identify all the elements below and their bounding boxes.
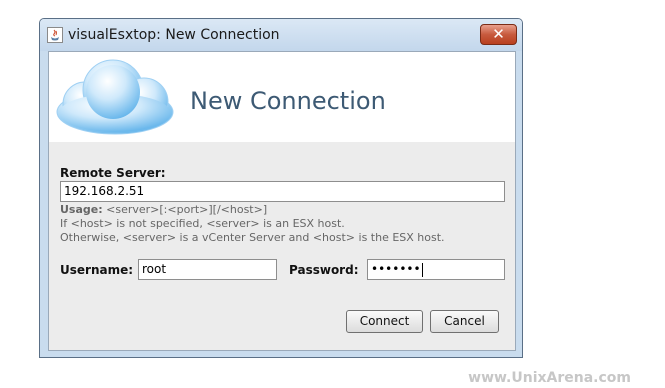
java-app-icon: [47, 27, 63, 43]
password-dots: •••••••: [371, 262, 421, 276]
usage-label: Usage:: [60, 203, 103, 216]
hint-line-2: Otherwise, <server> is a vCenter Server …: [60, 231, 445, 244]
connect-button[interactable]: Connect: [346, 310, 423, 333]
password-input[interactable]: •••••••: [367, 259, 505, 280]
dialog-content: New Connection Remote Server: 192.168.2.…: [48, 51, 516, 351]
watermark: www.UnixArena.com: [468, 370, 631, 386]
usage-hint: Usage: <server>[:<port>][/<host>]: [60, 203, 267, 216]
banner-title: New Connection: [190, 87, 386, 115]
password-label: Password:: [289, 263, 359, 277]
window-title: visualEsxtop: New Connection: [68, 27, 280, 43]
banner: New Connection: [49, 52, 515, 142]
username-input[interactable]: root: [138, 259, 277, 280]
dialog-window: visualEsxtop: New Connection ✕ New Conne…: [39, 18, 523, 358]
title-bar[interactable]: visualEsxtop: New Connection ✕: [40, 19, 522, 51]
text-cursor: [421, 262, 423, 277]
close-icon: ✕: [492, 25, 505, 43]
usage-text: <server>[:<port>][/<host>]: [102, 203, 268, 216]
hint-line-1: If <host> is not specified, <server> is …: [60, 217, 345, 230]
close-button[interactable]: ✕: [480, 24, 517, 45]
username-label: Username:: [60, 263, 134, 277]
cloud-icon: [56, 59, 174, 135]
remote-server-input[interactable]: 192.168.2.51: [60, 181, 505, 202]
remote-server-label: Remote Server:: [60, 166, 166, 180]
cancel-button[interactable]: Cancel: [430, 310, 499, 333]
